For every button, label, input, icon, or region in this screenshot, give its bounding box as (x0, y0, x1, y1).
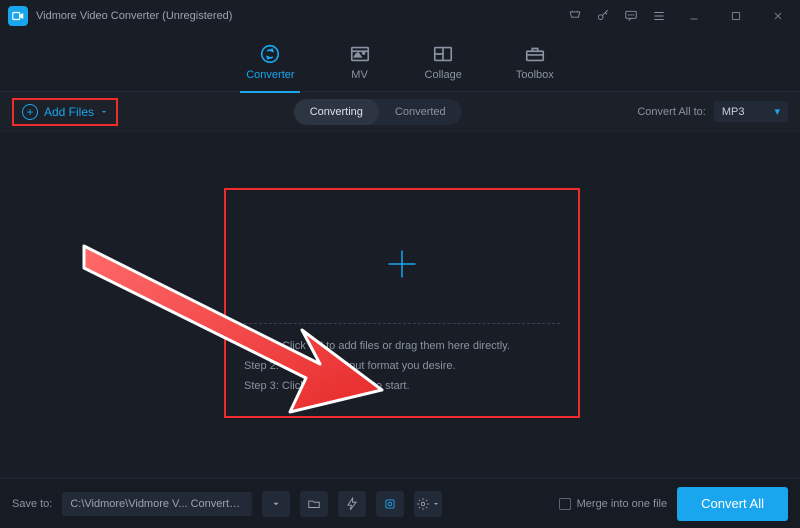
save-path[interactable]: C:\Vidmore\Vidmore V... Converter\Conver… (62, 492, 252, 516)
app-title: Vidmore Video Converter (Unregistered) (36, 10, 232, 22)
bottom-bar: Save to: C:\Vidmore\Vidmore V... Convert… (0, 478, 800, 528)
open-folder-button[interactable] (300, 491, 328, 517)
nav-label: Toolbox (516, 69, 554, 81)
add-files-button[interactable]: + Add Files (12, 98, 118, 126)
nav-collage[interactable]: Collage (425, 43, 462, 81)
collage-icon (432, 43, 454, 65)
converter-icon (259, 43, 281, 65)
step-1: Step 1: Click "+" to add files or drag t… (244, 336, 560, 356)
nav-toolbox[interactable]: Toolbox (516, 43, 554, 81)
app-logo (8, 6, 28, 26)
toolbox-icon (524, 43, 546, 65)
title-bar: Vidmore Video Converter (Unregistered) (0, 0, 800, 32)
merge-checkbox[interactable]: Merge into one file (559, 498, 668, 510)
close-button[interactable] (764, 2, 792, 30)
nav-mv[interactable]: MV (349, 43, 371, 81)
mv-icon (349, 43, 371, 65)
plus-icon (384, 246, 420, 282)
nav-label: Collage (425, 69, 462, 81)
nav-converter[interactable]: Converter (246, 43, 294, 81)
convert-all-to-label: Convert All to: (637, 106, 705, 118)
checkbox-icon (559, 498, 571, 510)
output-format-select[interactable]: MP3 ▾ (714, 101, 788, 122)
sub-bar: + Add Files Converting Converted Convert… (0, 92, 800, 132)
plus-icon: + (22, 104, 38, 120)
step-2: Step 2: Select the output format you des… (244, 356, 560, 376)
dropzone-add[interactable] (244, 204, 560, 324)
save-to-label: Save to: (12, 498, 52, 510)
dropzone[interactable]: Step 1: Click "+" to add files or drag t… (224, 188, 580, 418)
merge-label: Merge into one file (577, 498, 668, 510)
title-actions (568, 2, 792, 30)
add-files-label: Add Files (44, 105, 94, 119)
main-area: Step 1: Click "+" to add files or drag t… (0, 132, 800, 478)
minimize-button[interactable] (680, 2, 708, 30)
dropzone-steps: Step 1: Click "+" to add files or drag t… (244, 324, 560, 396)
step-3: Step 3: Click "Convert All" to start. (244, 376, 560, 396)
top-nav: Converter MV Collage Toolbox (0, 32, 800, 92)
key-icon[interactable] (596, 9, 610, 23)
menu-icon[interactable] (652, 9, 666, 23)
feedback-icon[interactable] (624, 9, 638, 23)
maximize-button[interactable] (722, 2, 750, 30)
nav-label: MV (351, 69, 368, 81)
nav-label: Converter (246, 69, 294, 81)
tab-converted[interactable]: Converted (379, 99, 462, 125)
convert-all-to: Convert All to: MP3 ▾ (637, 101, 788, 122)
convert-all-button[interactable]: Convert All (677, 487, 788, 521)
hw-accel-button[interactable] (338, 491, 366, 517)
chevron-down-icon: ▾ (774, 105, 780, 118)
chevron-down-icon (100, 108, 108, 116)
cart-icon[interactable] (568, 9, 582, 23)
tab-converting[interactable]: Converting (294, 99, 379, 125)
status-segment: Converting Converted (294, 99, 462, 125)
settings-button[interactable] (414, 491, 442, 517)
output-format-value: MP3 (722, 106, 745, 118)
gpu-button[interactable] (376, 491, 404, 517)
path-dropdown-button[interactable] (262, 491, 290, 517)
